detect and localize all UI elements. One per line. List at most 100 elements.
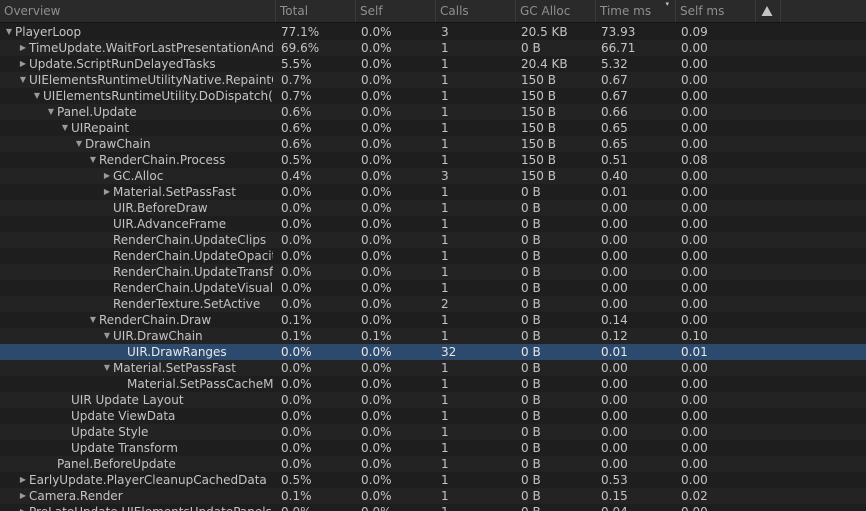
sample-name: UIR.DrawRanges (127, 345, 227, 359)
sample-name: UIRepaint (71, 121, 130, 135)
table-row[interactable]: ▼ UIR.DrawChain 0.1% 0.1% 1 0 B 0.12 0.10 (0, 328, 866, 344)
cell-selfms: 0.00 (681, 425, 708, 439)
cell-calls: 1 (441, 329, 449, 343)
cell-calls: 1 (441, 249, 449, 263)
cell-time: 0.00 (601, 393, 628, 407)
table-row-selected[interactable]: UIR.DrawRanges 0.0% 0.0% 32 0 B 0.01 0.01 (0, 344, 866, 360)
sample-name: UIElementsRuntimeUtilityNative.RepaintOv… (29, 73, 273, 87)
cell-selfms: 0.00 (681, 361, 708, 375)
table-row[interactable]: RenderChain.UpdateClips 0.0% 0.0% 1 0 B 0.00 0… (0, 232, 866, 248)
collapsed-triangle-icon[interactable]: ▶ (17, 40, 29, 56)
table-row[interactable]: ▼ Material.SetPassFast 0.0% 0.0% 1 0 B 0.00 0.0… (0, 360, 866, 376)
expanded-triangle-icon[interactable]: ▼ (59, 120, 71, 136)
expanded-triangle-icon[interactable]: ▼ (87, 312, 99, 328)
table-row[interactable]: Material.SetPassCacheMi 0.0% 0.0% 1 0 B 0.00 0… (0, 376, 866, 392)
expanded-triangle-icon[interactable]: ▼ (101, 360, 113, 376)
cell-calls: 1 (441, 185, 449, 199)
expanded-triangle-icon[interactable]: ▼ (87, 152, 99, 168)
cell-total: 0.0% (281, 425, 312, 439)
table-row[interactable]: RenderChain.UpdateVisuals 0.0% 0.0% 1 0 B 0.0… (0, 280, 866, 296)
collapsed-triangle-icon[interactable]: ▶ (17, 56, 29, 72)
sample-name: UIR Update Layout (71, 393, 184, 407)
table-row[interactable]: ▼ DrawChain 0.6% 0.0% 1 150 B 0.65 0.00 (0, 136, 866, 152)
table-row[interactable]: Update Style 0.0% 0.0% 1 0 B 0.00 0.00 (0, 424, 866, 440)
table-row[interactable]: ▼ UIElementsRuntimeUtilityNative.RepaintO… (0, 72, 866, 88)
table-row[interactable]: UIR.BeforeDraw 0.0% 0.0% 1 0 B 0.00 0.00 (0, 200, 866, 216)
column-header-self-ms[interactable]: Self ms (676, 0, 756, 22)
column-header-self[interactable]: Self (356, 0, 436, 22)
column-label: Self ms (680, 4, 725, 18)
table-row[interactable]: RenderTexture.SetActive 0.0% 0.0% 2 0 B 0.00 0… (0, 296, 866, 312)
sample-name: RenderChain.UpdateOpacity (113, 249, 273, 263)
table-row[interactable]: ▶ TimeUpdate.WaitForLastPresentationAndUp… (0, 40, 866, 56)
collapsed-triangle-icon[interactable]: ▶ (101, 184, 113, 200)
column-header-total[interactable]: Total (276, 0, 356, 22)
cell-selfms: 0.02 (681, 489, 708, 503)
table-row[interactable]: Panel.BeforeUpdate 0.0% 0.0% 1 0 B 0.00 0.00 (0, 456, 866, 472)
table-row[interactable]: ▶ Material.SetPassFast 0.0% 0.0% 1 0 B 0.01 0.0… (0, 184, 866, 200)
cell-self: 0.0% (361, 265, 392, 279)
table-row[interactable]: ▶ EarlyUpdate.PlayerCleanupCachedData 0.5%… (0, 472, 866, 488)
table-row[interactable]: ▶ Update.ScriptRunDelayedTasks 5.5% 0.0% 1 20… (0, 56, 866, 72)
cell-calls: 1 (441, 393, 449, 407)
cell-calls: 1 (441, 377, 449, 391)
table-row[interactable]: ▼ RenderChain.Process 0.5% 0.0% 1 150 B 0.51 0.… (0, 152, 866, 168)
cell-self: 0.0% (361, 425, 392, 439)
table-row[interactable]: Update ViewData 0.0% 0.0% 1 0 B 0.00 0.00 (0, 408, 866, 424)
column-header-gc-alloc[interactable]: GC Alloc (516, 0, 596, 22)
table-row[interactable]: RenderChain.UpdateTransfo 0.0% 0.0% 1 0 B 0.0… (0, 264, 866, 280)
table-row[interactable]: ▶PreLateUpdate.UIElementsUpdatePanels 0.0… (0, 504, 866, 511)
table-row[interactable]: ▼ UIElementsRuntimeUtility.DoDispatch(Re 0… (0, 88, 866, 104)
table-row[interactable]: ▼ Panel.Update 0.6% 0.0% 1 150 B 0.66 0.00 (0, 104, 866, 120)
cell-self: 0.0% (361, 121, 392, 135)
collapsed-triangle-icon[interactable]: ▶ (17, 488, 29, 504)
table-row[interactable]: UIR.AdvanceFrame 0.0% 0.0% 1 0 B 0.00 0.00 (0, 216, 866, 232)
sort-descending-icon: ▾ (665, 0, 669, 8)
table-row[interactable]: ▼ UIRepaint 0.6% 0.0% 1 150 B 0.65 0.00 (0, 120, 866, 136)
expanded-triangle-icon[interactable]: ▼ (17, 72, 29, 88)
table-row[interactable]: ▼ RenderChain.Draw 0.1% 0.0% 1 0 B 0.14 0.00 (0, 312, 866, 328)
cell-self: 0.0% (361, 233, 392, 247)
cell-self: 0.0% (361, 89, 392, 103)
expanded-triangle-icon[interactable]: ▼ (73, 136, 85, 152)
cell-selfms: 0.00 (681, 105, 708, 119)
cell-selfms: 0.10 (681, 329, 708, 343)
cell-self: 0.0% (361, 504, 433, 511)
cell-self: 0.0% (361, 473, 392, 487)
expanded-triangle-icon[interactable]: ▼ (101, 328, 113, 344)
cell-gc: 150 B (521, 121, 556, 135)
column-header-overview[interactable]: Overview (0, 0, 276, 22)
cell-total: 0.0% (281, 265, 312, 279)
cell-calls: 1 (441, 473, 449, 487)
cell-time: 5.32 (601, 57, 628, 71)
expanded-triangle-icon[interactable]: ▼ (31, 88, 43, 104)
cell-total: 0.0% (281, 201, 312, 215)
table-row[interactable]: ▶ GC.Alloc 0.4% 0.0% 3 150 B 0.40 0.00 (0, 168, 866, 184)
table-row[interactable]: ▼ PlayerLoop 77.1% 0.0% 3 20.5 KB 73.93 0.09 (0, 24, 866, 40)
cell-selfms: 0.00 (681, 281, 708, 295)
cell-gc: 0 B (521, 185, 541, 199)
cell-selfms: 0.00 (681, 473, 708, 487)
table-row[interactable]: Update Transform 0.0% 0.0% 1 0 B 0.00 0.00 (0, 440, 866, 456)
sample-name: Material.SetPassFast (113, 185, 236, 199)
cell-time: 0.67 (601, 73, 628, 87)
cell-selfms: 0.01 (681, 345, 708, 359)
column-header-warnings[interactable] (756, 0, 781, 22)
column-header-time-ms[interactable]: Time ms ▾ (596, 0, 676, 22)
expanded-triangle-icon[interactable]: ▼ (3, 24, 15, 40)
cell-time: 0.00 (601, 457, 628, 471)
collapsed-triangle-icon[interactable]: ▶ (101, 168, 113, 184)
cell-time: 0.15 (601, 489, 628, 503)
column-header-bar: Overview Total Self Calls GC Alloc Time … (0, 0, 866, 23)
collapsed-triangle-icon[interactable]: ▶ (17, 472, 29, 488)
table-row[interactable]: ▶ Camera.Render 0.1% 0.0% 1 0 B 0.15 0.02 (0, 488, 866, 504)
table-row[interactable]: RenderChain.UpdateOpacity 0.0% 0.0% 1 0 B 0.0… (0, 248, 866, 264)
cell-time: 0.40 (601, 169, 628, 183)
cell-self: 0.0% (361, 201, 392, 215)
cell-selfms: 0.00 (681, 57, 708, 71)
expanded-triangle-icon[interactable]: ▼ (45, 104, 57, 120)
cell-calls: 1 (441, 105, 449, 119)
collapsed-triangle-icon[interactable]: ▶ (17, 504, 29, 511)
table-row[interactable]: UIR Update Layout 0.0% 0.0% 1 0 B 0.00 0.00 (0, 392, 866, 408)
column-header-calls[interactable]: Calls (436, 0, 516, 22)
